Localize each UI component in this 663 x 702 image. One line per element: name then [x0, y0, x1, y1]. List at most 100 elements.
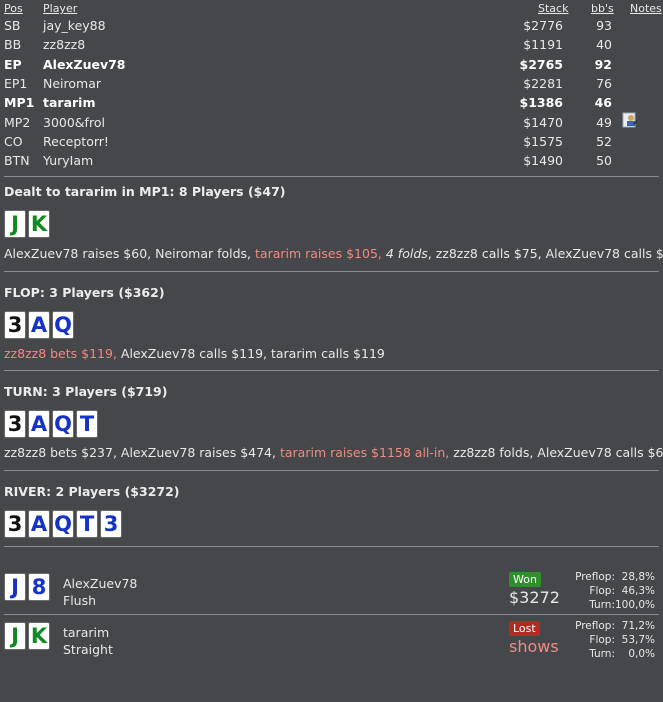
divider	[4, 470, 659, 471]
playing-card: A	[28, 311, 50, 339]
playing-card: 3	[4, 510, 26, 538]
action-segment: zz8zz8 folds, AlexZuev78 calls $684	[449, 445, 663, 460]
action-segment: zz8zz8 bets $237, AlexZuev78 raises $474…	[4, 445, 280, 460]
action-segment: tararim raises $1158 all-in,	[279, 445, 450, 460]
player-stack: $1191	[523, 37, 563, 53]
turn-actions: zz8zz8 bets $237, AlexZuev78 raises $474…	[4, 445, 663, 460]
showdown-player-name[interactable]: AlexZuev78	[63, 576, 137, 591]
playing-card: J	[4, 622, 26, 650]
playing-card: T	[76, 410, 98, 438]
divider	[4, 370, 659, 371]
playing-card: Q	[52, 311, 74, 339]
player-bbs: 92	[594, 56, 612, 72]
river-title: RIVER: 2 Players ($3272)	[4, 484, 180, 499]
action-segment: , zz8zz8 calls $75, AlexZuev78 calls $45	[427, 246, 663, 261]
flop-title: FLOP: 3 Players ($362)	[4, 285, 165, 300]
player-stack: $1386	[519, 95, 564, 111]
player-stack: $1575	[523, 133, 563, 149]
player-note-icon[interactable]	[622, 112, 638, 128]
playing-card: Q	[52, 510, 74, 538]
divider	[4, 614, 659, 615]
turn-cards: 3AQT	[4, 410, 98, 438]
player-bbs: 93	[596, 18, 612, 33]
action-segment: AlexZuev78 calls $119, tararim calls $11…	[116, 346, 385, 361]
player-pos: MP1	[4, 95, 35, 111]
player-bbs: 50	[596, 153, 612, 169]
equity-value: 53,7%	[621, 634, 655, 646]
showdown-cards: JK	[4, 622, 50, 650]
playing-card: 3	[4, 410, 26, 438]
player-stack: $2765	[519, 56, 564, 72]
divider	[4, 546, 659, 547]
playing-card: J	[4, 210, 26, 238]
player-name[interactable]: AlexZuev78	[43, 57, 125, 72]
header-bbs[interactable]: bb's	[591, 2, 614, 15]
header-notes[interactable]: Notes	[630, 2, 662, 15]
header-stack[interactable]: Stack	[538, 2, 568, 15]
header-player[interactable]: Player	[43, 2, 77, 15]
equity-value: 71,2%	[621, 620, 655, 632]
turn-title: TURN: 3 Players ($719)	[4, 384, 168, 399]
player-stack: $1470	[523, 114, 563, 130]
action-segment: zz8zz8 bets $119,	[4, 346, 117, 361]
playing-card: 3	[4, 311, 26, 339]
result-amount: shows	[509, 637, 559, 656]
header-pos[interactable]: Pos	[4, 2, 23, 15]
equity-value: 28,8%	[621, 571, 655, 583]
action-segment: 4 folds	[385, 246, 428, 261]
divider	[4, 271, 659, 272]
player-pos: MP2	[4, 114, 31, 130]
result-amount: $3272	[509, 588, 560, 607]
showdown-hand: Flush	[63, 593, 97, 608]
player-name[interactable]: zz8zz8	[43, 37, 85, 52]
preflop-title: Dealt to tararim in MP1: 8 Players ($47)	[4, 184, 286, 199]
playing-card: A	[28, 510, 50, 538]
playing-card: 3	[100, 510, 122, 538]
equity-value: 46,3%	[621, 585, 655, 597]
result-badge: Won	[509, 572, 541, 587]
playing-card: T	[76, 510, 98, 538]
playing-card: 8	[28, 573, 50, 601]
playing-card: A	[28, 410, 50, 438]
result-badge: Lost	[509, 621, 540, 636]
player-bbs: 52	[596, 133, 612, 149]
player-bbs: 76	[596, 75, 612, 91]
player-stack: $2281	[523, 75, 563, 91]
playing-card: K	[28, 210, 50, 238]
player-name[interactable]: tararim	[43, 95, 95, 110]
player-bbs: 46	[594, 95, 612, 111]
showdown-cards: J8	[4, 573, 50, 601]
playing-card: K	[28, 622, 50, 650]
hole-cards: JK	[4, 210, 50, 238]
equity-label: Preflop:	[575, 620, 615, 632]
equity-label: Flop:	[589, 634, 615, 646]
action-segment: AlexZuev78 raises $60, Neiromar folds,	[4, 246, 256, 261]
player-pos: CO	[4, 133, 23, 149]
equity-value: 0,0%	[628, 648, 655, 660]
equity-label: Turn:	[589, 599, 615, 611]
player-name[interactable]: 3000&frol	[43, 115, 105, 130]
river-cards: 3AQT3	[4, 510, 122, 538]
player-name[interactable]: Neiromar	[43, 76, 101, 91]
player-bbs: 40	[596, 37, 612, 53]
divider	[4, 176, 659, 177]
preflop-actions: AlexZuev78 raises $60, Neiromar folds, t…	[4, 246, 663, 261]
player-pos: BB	[4, 37, 22, 53]
equity-label: Turn:	[589, 648, 615, 660]
player-name[interactable]: Receptorr!	[43, 134, 109, 149]
showdown-hand: Straight	[63, 642, 113, 657]
player-name[interactable]: YuryIam	[43, 153, 93, 168]
showdown-player-name[interactable]: tararim	[63, 625, 109, 640]
playing-card: J	[4, 573, 26, 601]
playing-card: Q	[52, 410, 74, 438]
player-pos: BTN	[4, 153, 30, 169]
player-pos: EP1	[4, 75, 28, 91]
player-name[interactable]: jay_key88	[43, 18, 106, 33]
equity-label: Preflop:	[575, 571, 615, 583]
player-bbs: 49	[596, 114, 612, 130]
player-pos: SB	[4, 18, 21, 33]
equity-label: Flop:	[589, 585, 615, 597]
player-stack: $1490	[523, 153, 563, 169]
player-pos: EP	[4, 56, 22, 72]
player-stack: $2776	[523, 18, 563, 33]
